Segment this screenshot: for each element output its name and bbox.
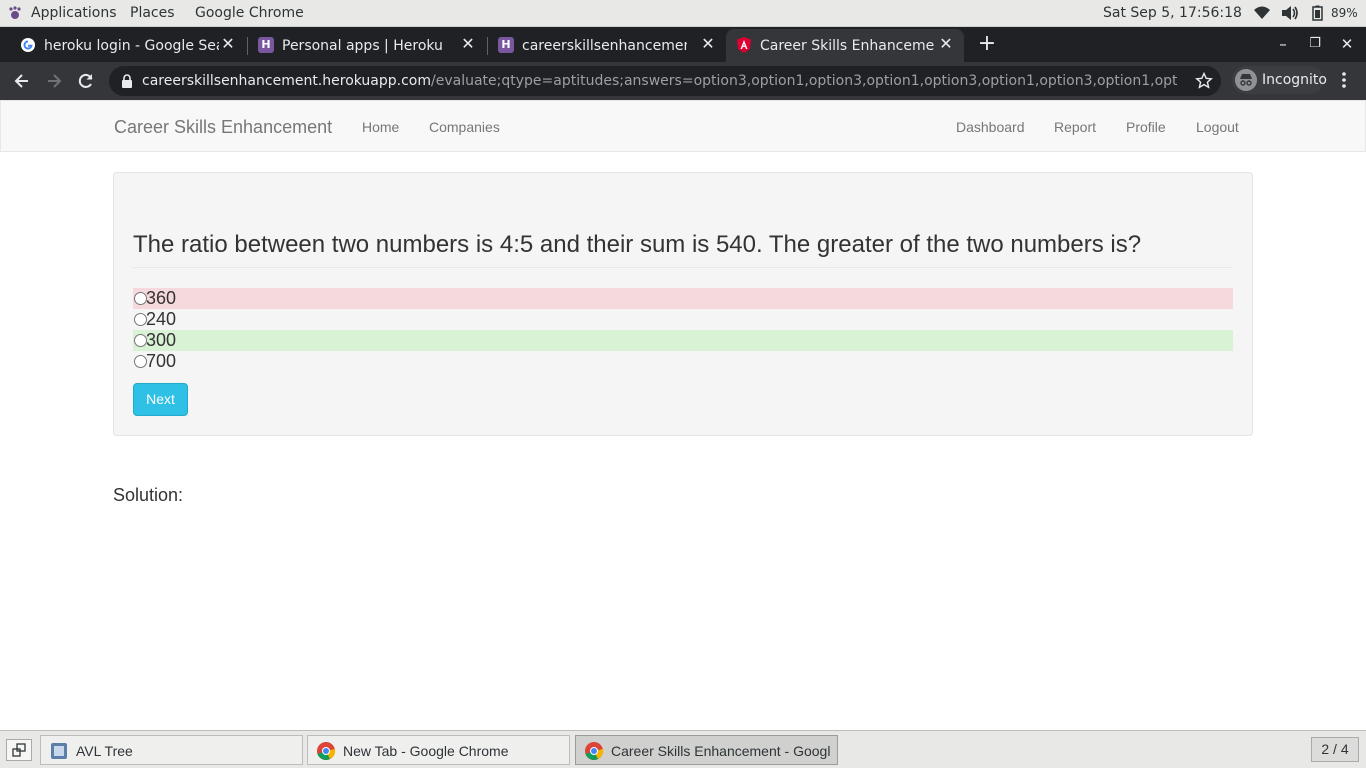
close-icon[interactable]: ✕ [700,36,716,52]
tab-personal-apps[interactable]: H Personal apps | Heroku ✕ [248,29,486,62]
taskbar-label: AVL Tree [76,743,133,759]
answer-option-correct[interactable]: 300 [133,330,1233,351]
option-label: 240 [146,309,177,329]
incognito-label: Incognito [1262,72,1327,88]
incognito-indicator[interactable]: Incognito [1232,66,1327,94]
web-page: Career Skills Enhancement Home Companies… [0,100,1366,730]
close-icon[interactable]: ✕ [460,36,476,52]
answer-option[interactable]: 700 [133,351,1233,372]
tab-title: Career Skills Enhancement [760,38,935,54]
lock-icon[interactable] [121,74,133,88]
heroku-icon: H [498,37,514,53]
tab-title: careerskillsenhancement | Heroku [522,38,687,54]
workspace-switcher[interactable]: 2 / 4 [1311,737,1359,762]
minimize-icon[interactable]: – [1275,36,1291,52]
places-menu[interactable]: Places [130,5,175,21]
tab-careerskills-heroku[interactable]: H careerskillsenhancement | Heroku ✕ [488,29,726,62]
taskbar-label: Career Skills Enhancement - Google... [611,743,831,759]
option-label: 300 [146,330,177,350]
back-icon[interactable] [12,71,32,91]
divider [133,267,1233,268]
bookmark-star-icon[interactable] [1195,72,1213,90]
site-navbar: Career Skills Enhancement Home Companies… [0,100,1366,152]
desktop-icon [12,743,26,757]
browser-tab-strip: heroku login - Google Search ✕ H Persona… [0,27,1366,62]
nav-home[interactable]: Home [362,119,399,135]
taskbar-label: New Tab - Google Chrome [343,743,509,759]
browser-toolbar: careerskillsenhancement.herokuapp.com/ev… [0,62,1366,100]
volume-icon[interactable] [1281,5,1299,21]
address-bar[interactable]: careerskillsenhancement.herokuapp.com/ev… [109,66,1221,96]
chrome-icon [585,742,604,760]
taskbar-item-avl-tree[interactable]: AVL Tree [40,735,303,765]
tab-title: heroku login - Google Search [44,38,219,54]
forward-icon[interactable] [44,71,64,91]
angular-icon [737,37,751,53]
heroku-icon: H [258,37,274,53]
show-desktop-button[interactable] [6,739,32,761]
question-panel: The ratio between two numbers is 4:5 and… [113,172,1253,436]
incognito-icon [1235,69,1257,91]
new-tab-button[interactable]: + [976,33,998,56]
tab-title: Personal apps | Heroku [282,38,443,54]
url-text[interactable]: careerskillsenhancement.herokuapp.com/ev… [142,73,1177,89]
answer-option-wrong[interactable]: 360 [133,288,1233,309]
app-menu-chrome[interactable]: Google Chrome [195,5,304,21]
nav-logout[interactable]: Logout [1196,119,1239,135]
url-path: /evaluate;qtype=aptitudes;answers=option… [431,73,1177,89]
wifi-icon[interactable] [1253,5,1271,21]
url-host: careerskillsenhancement.herokuapp.com [142,73,432,89]
window-close-icon[interactable]: ✕ [1339,36,1355,52]
close-icon[interactable]: ✕ [220,36,236,52]
google-icon [21,38,35,52]
taskbar-item-new-tab[interactable]: New Tab - Google Chrome [307,735,570,765]
nav-report[interactable]: Report [1054,119,1096,135]
java-app-icon [51,743,67,759]
chrome-icon [317,742,336,760]
applications-menu[interactable]: Applications [31,5,117,21]
answer-option[interactable]: 240 [133,309,1233,330]
restore-icon[interactable]: ❐ [1307,36,1323,52]
taskbar-item-career-skills[interactable]: Career Skills Enhancement - Google... [575,735,838,765]
question-text: The ratio between two numbers is 4:5 and… [133,231,1142,258]
chrome-menu-icon[interactable] [1336,71,1352,89]
gnome-foot-icon [9,6,21,19]
tab-career-skills-active[interactable]: Career Skills Enhancement ✕ [726,29,964,62]
close-icon[interactable]: ✕ [938,36,954,52]
option-label: 700 [146,351,177,371]
desktop-top-bar: Applications Places Google Chrome Sat Se… [0,0,1366,27]
tab-heroku-login[interactable]: heroku login - Google Search ✕ [10,29,246,62]
desktop-taskbar: AVL Tree New Tab - Google Chrome Career … [0,730,1366,768]
next-button[interactable]: Next [133,383,188,416]
site-brand[interactable]: Career Skills Enhancement [114,117,332,138]
clock[interactable]: Sat Sep 5, 17:56:18 [1103,5,1242,21]
reload-icon[interactable] [76,71,96,91]
nav-dashboard[interactable]: Dashboard [956,119,1025,135]
solution-heading: Solution: [113,485,184,505]
battery-icon[interactable] [1309,5,1327,21]
battery-percent: 89% [1331,6,1358,20]
option-label: 360 [146,288,177,308]
nav-companies[interactable]: Companies [429,119,500,135]
nav-profile[interactable]: Profile [1126,119,1166,135]
